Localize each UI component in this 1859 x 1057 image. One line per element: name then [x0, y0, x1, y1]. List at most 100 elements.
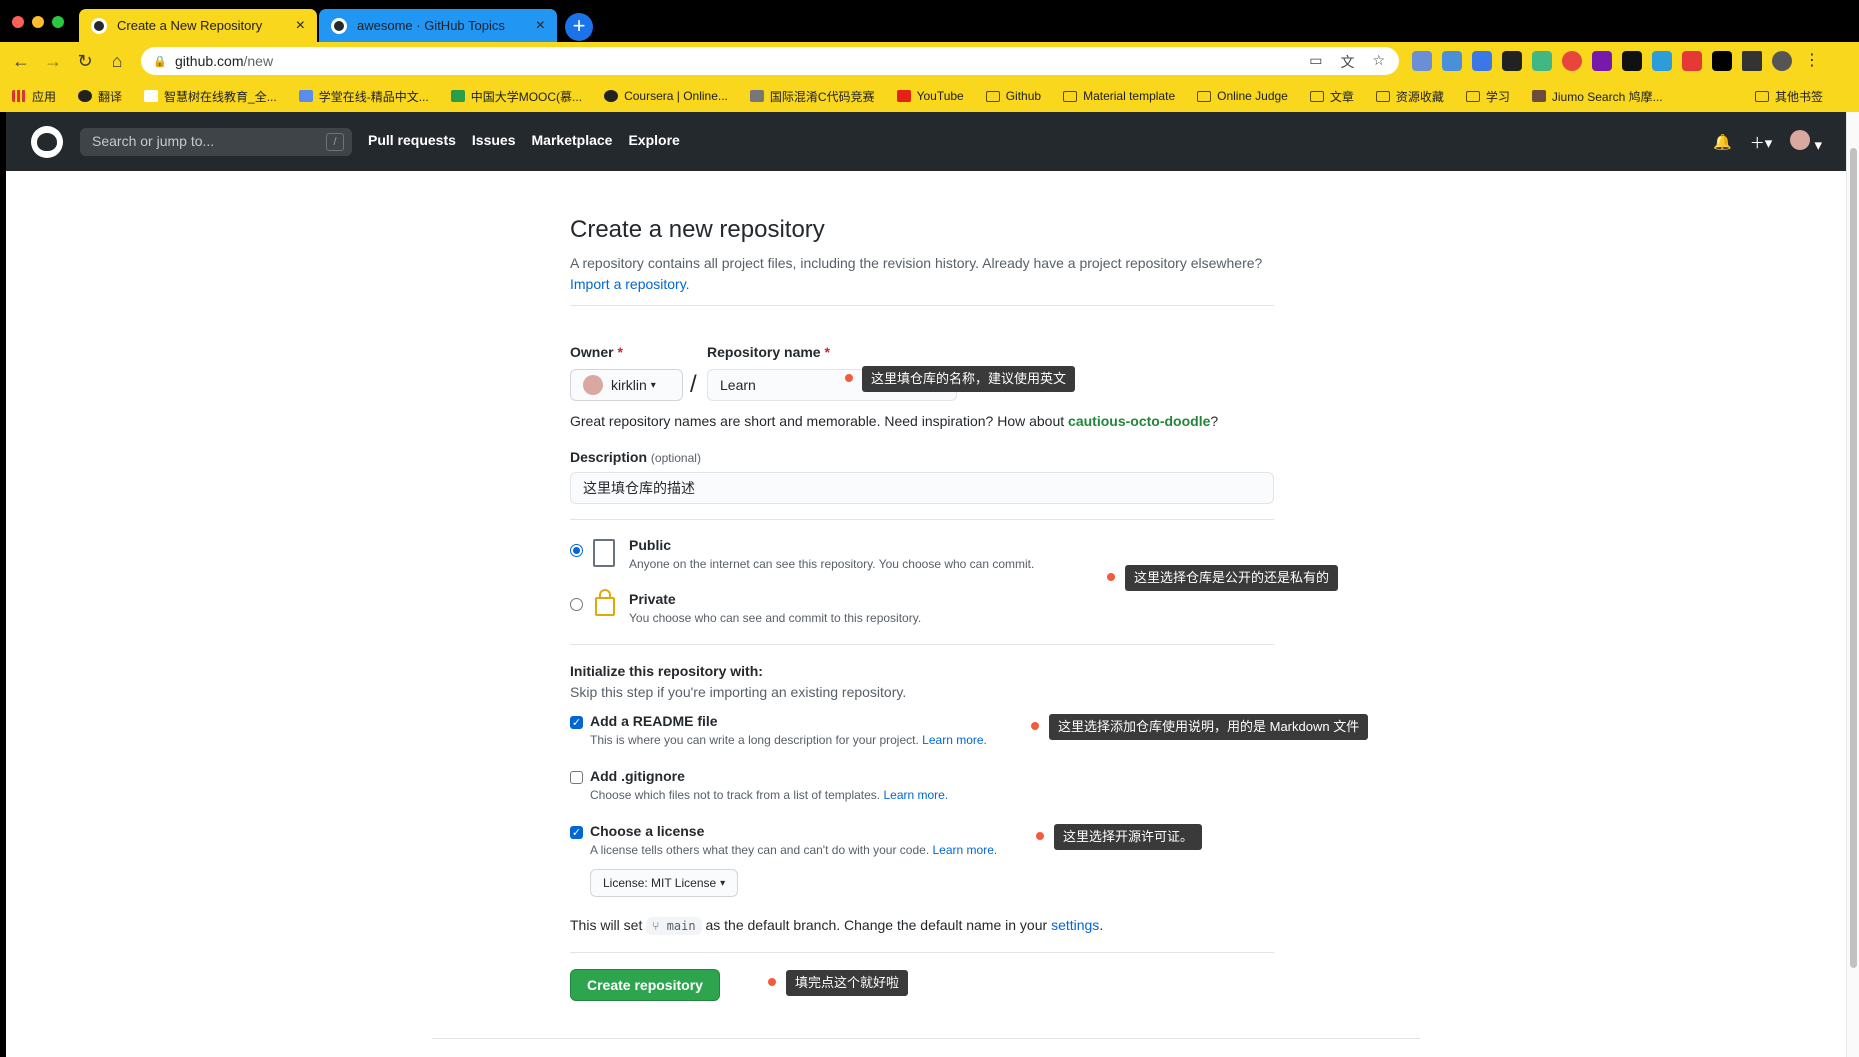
annotation-readme: 这里选择添加仓库使用说明，用的是 Markdown 文件 — [1049, 714, 1369, 740]
private-option[interactable]: Private You choose who can see and commi… — [629, 591, 921, 625]
translate-icon[interactable]: 文 — [1340, 52, 1354, 72]
bookmark-folder-material[interactable]: Material template — [1063, 89, 1175, 103]
bookmark-star-icon[interactable]: ☆ — [1372, 52, 1385, 72]
settings-link[interactable]: settings — [1051, 917, 1099, 933]
bookmark-icourse[interactable]: 中国大学MOOC(慕... — [450, 88, 582, 105]
github-favicon-icon — [91, 17, 107, 34]
initialize-description: Skip this step if you're importing an ex… — [570, 684, 907, 700]
bookmark-label: 翻译 — [98, 89, 123, 104]
branch-pre: This will set — [570, 917, 643, 933]
bookmark-coursera[interactable]: Coursera | Online... — [604, 89, 728, 103]
github-favicon-icon — [331, 17, 347, 34]
extensions-row: ⋮ — [1412, 51, 1822, 71]
private-radio[interactable] — [570, 598, 583, 611]
nav-pull-requests[interactable]: Pull requests — [368, 132, 456, 148]
extension-icon[interactable] — [1682, 51, 1702, 71]
gitignore-learn-more-link[interactable]: Learn more. — [883, 788, 948, 802]
bookmark-label: 国际混淆C代码竞赛 — [769, 89, 875, 104]
address-bar[interactable]: 🔒 github.com/new ▭ 文 ☆ — [141, 47, 1399, 75]
license-learn-more-link[interactable]: Learn more. — [933, 843, 998, 857]
maximize-window-button[interactable] — [52, 16, 64, 28]
extension-icon[interactable] — [1412, 51, 1432, 71]
annotation-create: 填完点这个就好啦 — [786, 970, 909, 996]
nav-explore[interactable]: Explore — [628, 132, 679, 148]
license-checkbox[interactable]: ✓ — [570, 826, 583, 839]
bookmark-youtube[interactable]: YouTube — [896, 89, 964, 103]
calendar-extension-icon[interactable] — [1442, 51, 1462, 71]
license-select[interactable]: License: MIT License ▾ — [590, 869, 739, 897]
annotation-visibility: 这里选择仓库是公开的还是私有的 — [1125, 565, 1339, 591]
bookmark-folder-oj[interactable]: Online Judge — [1197, 89, 1288, 103]
bookmark-folder-github[interactable]: Github — [985, 89, 1041, 103]
branch-name: main — [666, 919, 696, 933]
notifications-bell-icon[interactable]: 🔔 — [1713, 133, 1732, 151]
bookmark-ioccc[interactable]: 国际混淆C代码竞赛 — [749, 88, 875, 105]
readme-learn-more-link[interactable]: Learn more. — [922, 733, 987, 747]
nav-marketplace[interactable]: Marketplace — [532, 132, 613, 148]
vue-extension-icon[interactable] — [1532, 51, 1552, 71]
bookmarks-bar: 应用 翻译 智慧树在线教育_全... 学堂在线-精品中文... 中国大学MOOC… — [0, 80, 1859, 112]
bookmark-label: Coursera | Online... — [624, 89, 728, 103]
nav-issues[interactable]: Issues — [472, 132, 516, 148]
onenote-extension-icon[interactable] — [1592, 51, 1612, 71]
readme-description: This is where you can write a long descr… — [590, 733, 987, 747]
bookmark-folder-articles[interactable]: 文章 — [1309, 88, 1354, 105]
extension-icon[interactable] — [1502, 51, 1522, 71]
back-icon[interactable]: ← — [10, 50, 32, 72]
bookmark-apps[interactable]: 应用 — [12, 88, 56, 105]
github-header: Search or jump to... / Pull requests Iss… — [6, 112, 1846, 171]
license-option: Choose a license A license tells others … — [590, 823, 997, 857]
new-tab-button[interactable]: + — [565, 13, 593, 41]
lock-icon — [595, 597, 615, 616]
bookmark-other-folder[interactable]: 其他书签 — [1754, 80, 1823, 112]
owner-repo-separator: / — [690, 371, 697, 398]
public-radio[interactable] — [570, 544, 583, 557]
tab-create-repository[interactable]: Create a New Repository × — [79, 9, 317, 42]
search-input[interactable]: Search or jump to... / — [80, 128, 352, 156]
scrollbar-thumb[interactable] — [1850, 148, 1857, 968]
close-window-button[interactable] — [12, 16, 24, 28]
github-logo-icon[interactable] — [31, 126, 63, 158]
bookmark-xuetangx[interactable]: 学堂在线-精品中文... — [298, 88, 429, 105]
profile-avatar-icon[interactable] — [1772, 51, 1792, 71]
create-repository-button[interactable]: Create repository — [570, 969, 720, 1001]
tab-awesome-topics[interactable]: awesome · GitHub Topics × — [319, 9, 557, 42]
user-menu[interactable]: ▾ — [1790, 130, 1822, 154]
search-shortcut-hint: / — [326, 133, 344, 151]
vertical-scrollbar[interactable] — [1846, 112, 1859, 1057]
extension-icon[interactable] — [1562, 51, 1582, 71]
minimize-window-button[interactable] — [32, 16, 44, 28]
name-suggestion-link[interactable]: cautious-octo-doodle — [1068, 413, 1210, 429]
extension-icon[interactable] — [1652, 51, 1672, 71]
bookmark-folder-study[interactable]: 学习 — [1465, 88, 1510, 105]
bookmark-translate[interactable]: 翻译 — [78, 88, 122, 105]
browser-toolbar: ← → ↻ ⌂ 🔒 github.com/new ▭ 文 ☆ ⋮ — [0, 42, 1859, 80]
close-tab-icon[interactable]: × — [536, 17, 545, 35]
public-option[interactable]: Public Anyone on the internet can see th… — [629, 537, 1034, 571]
gitignore-checkbox[interactable] — [570, 771, 583, 784]
bookmark-jiumo[interactable]: Jiumo Search 鸠摩... — [1531, 88, 1663, 105]
description-input[interactable]: 这里填仓库的描述 — [570, 472, 1274, 504]
git-branch-icon: ⑂ — [652, 919, 660, 933]
jetbrains-extension-icon[interactable] — [1712, 51, 1732, 71]
import-repository-link[interactable]: Import a repository. — [570, 276, 690, 292]
create-new-plus-icon[interactable]: ＋▾ — [1750, 132, 1773, 153]
readme-checkbox[interactable]: ✓ — [570, 716, 583, 729]
bookmark-folder-resources[interactable]: 资源收藏 — [1375, 88, 1444, 105]
private-title: Private — [629, 591, 676, 607]
cast-icon[interactable]: ▭ — [1309, 52, 1322, 72]
chrome-menu-icon[interactable]: ⋮ — [1802, 51, 1822, 71]
reload-icon[interactable]: ↻ — [74, 50, 96, 72]
tab-title: awesome · GitHub Topics — [357, 18, 505, 33]
home-icon[interactable]: ⌂ — [106, 50, 128, 72]
puzzle-extensions-icon[interactable] — [1742, 51, 1762, 71]
translate-extension-icon[interactable] — [1472, 51, 1492, 71]
bookmark-zhihuishu[interactable]: 智慧树在线教育_全... — [144, 88, 277, 105]
gitignore-description: Choose which files not to track from a l… — [590, 788, 948, 802]
license-select-value: License: MIT License — [603, 876, 717, 890]
close-tab-icon[interactable]: × — [296, 17, 305, 35]
repo-name-label-text: Repository name — [707, 344, 821, 360]
owner-select[interactable]: kirklin ▾ — [570, 369, 683, 401]
extension-icon[interactable] — [1622, 51, 1642, 71]
forward-icon[interactable]: → — [42, 50, 64, 72]
